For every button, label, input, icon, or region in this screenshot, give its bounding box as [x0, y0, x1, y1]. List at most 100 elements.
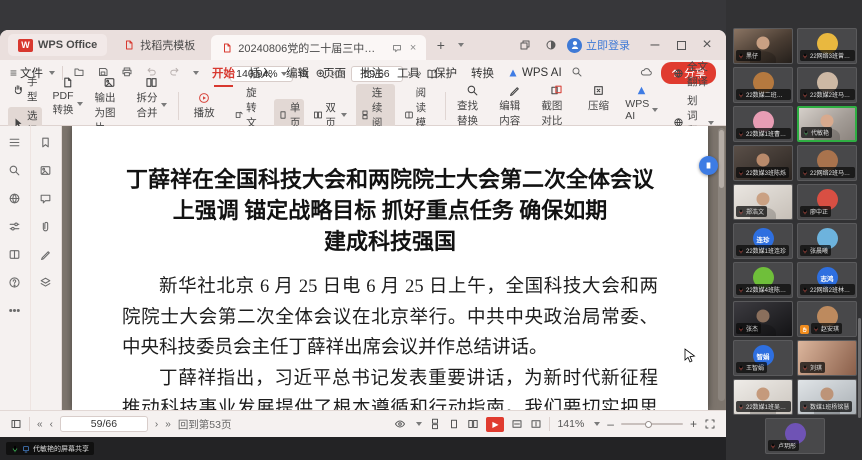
quickbar-caret-icon[interactable] [193, 71, 199, 75]
double-page-view-icon[interactable] [467, 418, 479, 430]
minimize-button[interactable]: – [644, 35, 666, 55]
status-page-number-box[interactable]: 59/66 [60, 416, 148, 432]
switch-window-icon[interactable] [515, 35, 535, 55]
hand-tool-button[interactable]: 手型 [8, 73, 42, 105]
cloud-sync-icon[interactable] [637, 66, 654, 81]
ribbon-button-compare[interactable]: 截图对比 [537, 82, 575, 130]
participant-tile[interactable]: 22网络2班马嘉琪 [797, 145, 857, 181]
close-button[interactable]: × [696, 35, 718, 55]
sidebar-reader-icon[interactable] [8, 248, 21, 261]
new-tab-button[interactable]: + [432, 37, 449, 53]
tab-comment-icon [391, 42, 403, 54]
play-button[interactable]: 播放 [185, 90, 223, 122]
back-to-page-link[interactable]: 回到第53页 [178, 417, 232, 432]
status-next-page-button[interactable]: › [155, 419, 158, 430]
panel-scrollbar[interactable] [858, 318, 861, 418]
single-page-view-icon[interactable] [448, 418, 460, 430]
mic-muted-icon [802, 365, 808, 371]
participant-tile[interactable]: 郑浩文 [733, 184, 793, 220]
menu-4[interactable]: 批注 [354, 63, 389, 83]
sidebar-menu-icon[interactable] [8, 136, 21, 149]
status-first-page-button[interactable]: « [37, 419, 43, 430]
participant-tile[interactable]: 黑仔 [733, 28, 793, 64]
tab-list-caret-icon[interactable] [458, 43, 464, 47]
zoom-slider[interactable] [621, 423, 683, 425]
ribbon-button-ai[interactable]: WPS AI [622, 82, 662, 130]
participant-tile[interactable]: 22网络3班曾智城 [797, 28, 857, 64]
menu-5[interactable]: 工具 [391, 63, 426, 83]
sidebar-adjust-icon[interactable] [8, 220, 21, 233]
participant-tile[interactable]: 卢玥彤 [765, 418, 825, 454]
wps-ai-label: WPS AI [522, 67, 562, 79]
tab-close-icon[interactable]: × [410, 42, 416, 54]
sidebar-attachment-icon[interactable] [39, 220, 52, 233]
participant-tile[interactable]: 22数媒二班林玥雨 [733, 67, 793, 103]
fit-width-icon[interactable] [530, 418, 542, 430]
taskbar-strip [0, 437, 726, 460]
floating-assistant-button[interactable] [699, 156, 718, 175]
participant-face [757, 309, 770, 322]
status-prev-page-button[interactable]: ‹ [50, 419, 53, 430]
menu-wps-ai[interactable]: WPS AI [507, 67, 562, 79]
tab-wps-home[interactable]: W WPS Office [8, 34, 107, 56]
ribbon-button-translate-0[interactable]: 全文翻译 [669, 58, 718, 90]
participant-tile[interactable]: 22数媒4班陈嘉鑫 [733, 262, 793, 298]
participant-tile[interactable]: 廖中正 [797, 184, 857, 220]
sidebar-highlighter-icon[interactable] [39, 248, 52, 261]
menu-home[interactable]: 开始 [206, 63, 241, 83]
search-icon[interactable] [569, 66, 586, 81]
participant-tile[interactable]: 数媒1班杨铭慧 [797, 379, 857, 415]
tab-template-store[interactable]: 找稻壳模板 [113, 34, 205, 56]
sidebar-comment-icon[interactable] [39, 192, 52, 205]
zoom-plus-button[interactable]: + [690, 417, 697, 431]
sidebar-layers-icon[interactable] [39, 276, 52, 289]
eye-protect-icon[interactable] [394, 418, 406, 430]
menu-3[interactable]: 页面 [317, 63, 352, 83]
panel-toggle-icon[interactable] [10, 418, 22, 430]
menu-1[interactable]: 插入 [243, 63, 278, 83]
document-scrollbar[interactable] [718, 128, 725, 401]
sidebar-snapshot-icon[interactable] [39, 164, 52, 177]
participant-tile[interactable]: 22数媒2班马文静 [797, 67, 857, 103]
participant-tile[interactable]: 智娟王智娟 [733, 340, 793, 376]
participant-tile[interactable]: 张杰 [733, 301, 793, 337]
continuous-view-icon[interactable] [429, 418, 441, 430]
document-page[interactable]: 丁薛祥在全国科技大会和两院院士大会第二次全体会议 上强调 锚定战略目标 抓好重点… [72, 126, 708, 410]
participant-tile[interactable]: 22数媒1班吴兴明 [733, 379, 793, 415]
zoom-minus-button[interactable]: – [607, 417, 614, 431]
highlighter-icon [508, 84, 521, 97]
zoom-slider-knob[interactable] [645, 421, 652, 428]
sidebar-translate-icon[interactable] [8, 192, 21, 205]
fullscreen-icon[interactable] [704, 418, 716, 430]
participant-tile[interactable]: 刘琪 [797, 340, 857, 376]
theme-skin-icon[interactable] [541, 35, 561, 55]
ribbon-button-search[interactable]: 查找替换 [453, 82, 491, 130]
participant-name-label: 卢玥彤 [768, 440, 799, 451]
mic-muted-icon [738, 92, 744, 98]
participant-tile[interactable]: 代敏艳 [797, 106, 857, 142]
ribbon-button-compress[interactable]: 压缩 [580, 82, 618, 130]
ribbon-button-highlighter[interactable]: 编辑内容 [495, 82, 533, 130]
status-zoom-value[interactable]: 141% [557, 418, 584, 430]
play-mode-button[interactable]: ▶ [486, 417, 504, 432]
maximize-button[interactable] [670, 35, 692, 55]
status-last-page-button[interactable]: » [165, 419, 171, 430]
participant-tile[interactable]: 志鸿22网络2班林志鸿 [797, 262, 857, 298]
participant-tile[interactable]: 22数媒1班曹慧兰 [733, 106, 793, 142]
menu-6[interactable]: 保护 [428, 63, 463, 83]
menu-2[interactable]: 编辑 [280, 63, 315, 83]
template-doc-icon [123, 39, 135, 51]
participant-tile[interactable]: 连珍22数媒1班连珍 [733, 223, 793, 259]
sidebar-more-icon[interactable] [8, 304, 21, 317]
sidebar-search-icon[interactable] [8, 164, 21, 177]
participant-tile[interactable]: 赵安琪 [797, 301, 857, 337]
tab-document[interactable]: 20240806党的二十届三中全… × [211, 35, 426, 60]
tab-bar: W WPS Office 找稻壳模板 20240806党的二十届三中全… × +… [0, 30, 726, 60]
participant-tile[interactable]: 22数媒3班陈烁 [733, 145, 793, 181]
login-button[interactable]: 立即登录 [567, 37, 630, 53]
fit-page-icon[interactable] [511, 418, 523, 430]
sidebar-help-icon[interactable] [8, 276, 21, 289]
menu-7[interactable]: 转换 [465, 63, 500, 83]
participant-tile[interactable]: 张晨曦 [797, 223, 857, 259]
sidebar-bookmark-icon[interactable] [39, 136, 52, 149]
